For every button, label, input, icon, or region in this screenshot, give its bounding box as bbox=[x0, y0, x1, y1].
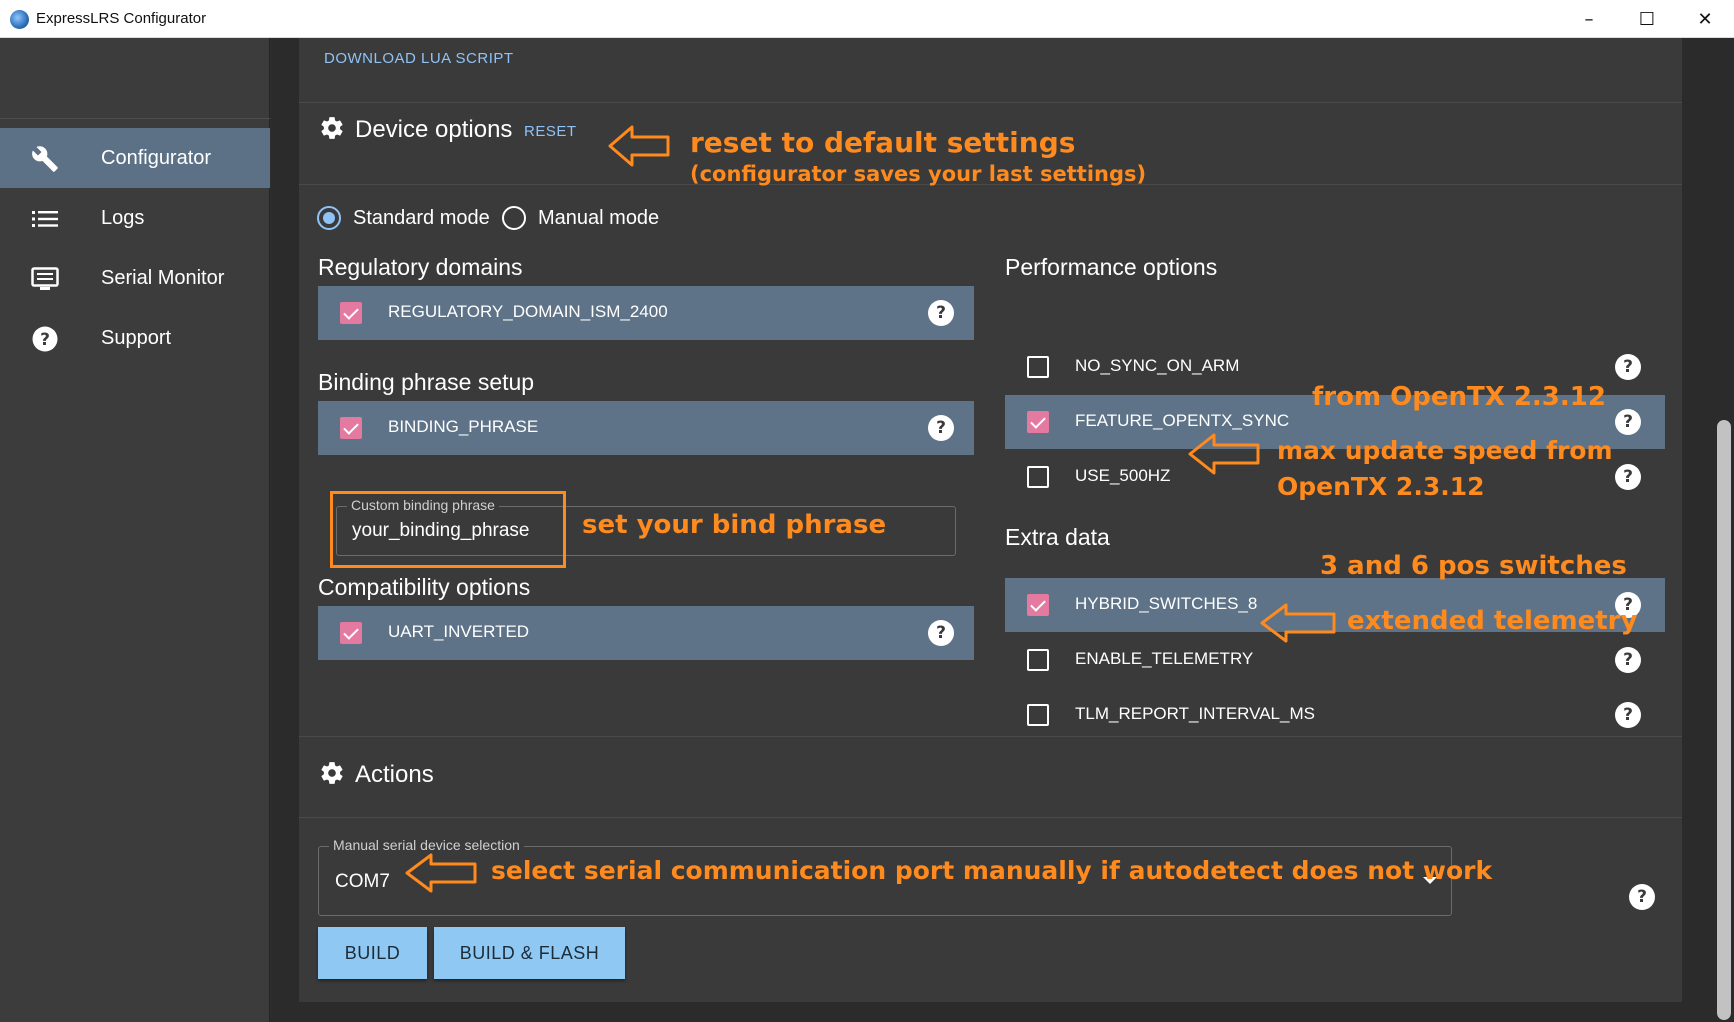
annotation-serial-port: select serial communication port manuall… bbox=[491, 856, 1493, 885]
help-circle-icon: ? bbox=[30, 326, 60, 352]
standard-mode-radio[interactable]: Standard mode bbox=[317, 206, 490, 230]
sidebar-item-label: Configurator bbox=[101, 146, 212, 169]
scrollbar-thumb[interactable] bbox=[1717, 420, 1731, 1020]
sidebar-item-support[interactable]: ? Support bbox=[0, 308, 270, 368]
actions-title: Actions bbox=[355, 761, 434, 788]
extra-data-title: Extra data bbox=[1005, 524, 1110, 550]
help-icon[interactable]: ? bbox=[928, 300, 954, 326]
radio-button[interactable] bbox=[502, 206, 526, 230]
sidebar-item-logs[interactable]: Logs bbox=[0, 188, 270, 248]
help-icon[interactable]: ? bbox=[1615, 464, 1641, 490]
manual-mode-radio[interactable]: Manual mode bbox=[502, 206, 659, 230]
gear-icon bbox=[321, 762, 343, 784]
checkbox[interactable] bbox=[1027, 704, 1049, 726]
svg-text:?: ? bbox=[40, 330, 50, 350]
maximize-button[interactable]: ☐ bbox=[1618, 0, 1676, 38]
annotation-use-500hz-line2: OpenTX 2.3.12 bbox=[1277, 472, 1485, 501]
sidebar-item-configurator[interactable]: Configurator bbox=[0, 128, 270, 188]
annotation-bind-phrase: set your bind phrase bbox=[582, 510, 887, 540]
checkbox[interactable] bbox=[1027, 356, 1049, 378]
checkbox[interactable] bbox=[340, 622, 362, 644]
annotation-reset-note: (configurator saves your last settings) bbox=[690, 162, 1147, 186]
option-label: BINDING_PHRASE bbox=[388, 417, 539, 436]
sidebar-item-label: Serial Monitor bbox=[101, 266, 225, 289]
radio-label: Manual mode bbox=[538, 206, 660, 229]
option-label: HYBRID_SWITCHES_8 bbox=[1075, 594, 1258, 613]
checkbox[interactable] bbox=[1027, 594, 1049, 616]
regulatory-domains-title: Regulatory domains bbox=[318, 254, 523, 280]
help-icon[interactable]: ? bbox=[1615, 354, 1641, 380]
option-uart-inverted[interactable]: UART_INVERTED ? bbox=[318, 606, 974, 660]
annotation-highlight-box bbox=[330, 491, 566, 568]
checkbox[interactable] bbox=[340, 417, 362, 439]
annotation-arrow bbox=[1188, 433, 1260, 475]
sidebar-item-serial-monitor[interactable]: Serial Monitor bbox=[0, 248, 270, 308]
download-lua-script-button[interactable]: DOWNLOAD LUA SCRIPT bbox=[324, 50, 514, 67]
checkbox[interactable] bbox=[1027, 649, 1049, 671]
device-options-title: Device options bbox=[355, 116, 513, 143]
field-value: COM7 bbox=[335, 871, 390, 892]
list-icon bbox=[30, 206, 60, 232]
annotation-arrow bbox=[608, 125, 670, 167]
checkbox[interactable] bbox=[340, 302, 362, 324]
annotation-arrow bbox=[405, 853, 477, 893]
wrench-icon bbox=[30, 146, 60, 172]
app-logo-icon bbox=[10, 10, 29, 29]
annotation-reset: reset to default settings bbox=[690, 126, 1076, 159]
close-button[interactable]: ✕ bbox=[1676, 0, 1734, 38]
help-icon[interactable]: ? bbox=[1615, 702, 1641, 728]
option-tlm-report-interval-ms[interactable]: TLM_REPORT_INTERVAL_MS ? bbox=[1005, 688, 1665, 742]
binding-phrase-setup-title: Binding phrase setup bbox=[318, 369, 535, 395]
help-icon[interactable]: ? bbox=[1629, 884, 1655, 910]
sidebar: Configurator Logs Serial Monitor ? Suppo… bbox=[0, 38, 270, 1022]
annotation-use-500hz: max update speed from bbox=[1277, 436, 1613, 465]
help-icon[interactable]: ? bbox=[928, 620, 954, 646]
option-label: UART_INVERTED bbox=[388, 622, 530, 641]
radio-label: Standard mode bbox=[353, 206, 490, 229]
reset-button[interactable]: RESET bbox=[524, 123, 577, 140]
compatibility-options-title: Compatibility options bbox=[318, 574, 531, 600]
field-label: Manual serial device selection bbox=[329, 837, 524, 853]
build-button[interactable]: BUILD bbox=[318, 927, 427, 979]
window-title: ExpressLRS Configurator bbox=[36, 10, 207, 27]
option-label: TLM_REPORT_INTERVAL_MS bbox=[1075, 704, 1315, 723]
performance-options-title: Performance options bbox=[1005, 254, 1218, 280]
build-and-flash-button[interactable]: BUILD & FLASH bbox=[434, 927, 625, 979]
serial-monitor-icon bbox=[30, 266, 60, 292]
annotation-telemetry: extended telemetry bbox=[1347, 606, 1638, 636]
gear-icon bbox=[321, 117, 343, 139]
annotation-arrow bbox=[1260, 603, 1336, 643]
title-bar: ExpressLRS Configurator – ☐ ✕ bbox=[0, 0, 1734, 38]
sidebar-item-label: Logs bbox=[101, 206, 145, 229]
annotation-hybrid-switches: 3 and 6 pos switches bbox=[1320, 551, 1627, 581]
option-binding-phrase[interactable]: BINDING_PHRASE ? bbox=[318, 401, 974, 455]
option-regulatory-domain-ism-2400[interactable]: REGULATORY_DOMAIN_ISM_2400 ? bbox=[318, 286, 974, 340]
sidebar-divider bbox=[0, 118, 270, 119]
minimize-button[interactable]: – bbox=[1560, 0, 1618, 38]
help-icon[interactable]: ? bbox=[1615, 409, 1641, 435]
divider bbox=[299, 817, 1682, 818]
divider bbox=[299, 102, 1682, 103]
option-label: ENABLE_TELEMETRY bbox=[1075, 649, 1254, 668]
option-label: FEATURE_OPENTX_SYNC bbox=[1075, 411, 1290, 430]
divider bbox=[299, 736, 1682, 737]
option-label: NO_SYNC_ON_ARM bbox=[1075, 356, 1240, 375]
annotation-opentx-sync: from OpenTX 2.3.12 bbox=[1312, 382, 1606, 412]
option-label: USE_500HZ bbox=[1075, 466, 1171, 485]
checkbox[interactable] bbox=[1027, 411, 1049, 433]
help-icon[interactable]: ? bbox=[1615, 647, 1641, 673]
option-label: REGULATORY_DOMAIN_ISM_2400 bbox=[388, 302, 668, 321]
checkbox[interactable] bbox=[1027, 466, 1049, 488]
sidebar-item-label: Support bbox=[101, 326, 172, 349]
radio-button[interactable] bbox=[317, 206, 341, 230]
help-icon[interactable]: ? bbox=[928, 415, 954, 441]
